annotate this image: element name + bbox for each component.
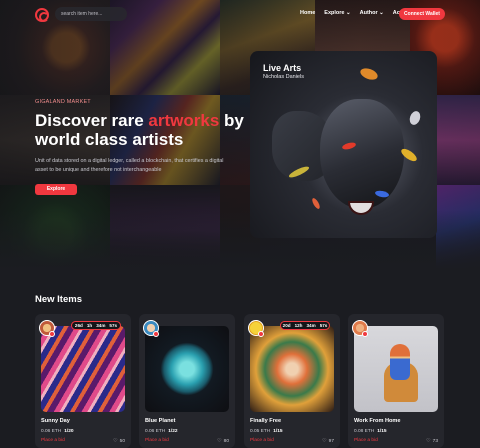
featured-artwork-card[interactable]: Live Arts Nicholas Daniels <box>250 51 437 238</box>
likes-count[interactable]: ♡ 80 <box>217 438 229 444</box>
featured-title: Live Arts <box>263 63 302 73</box>
place-bid-link[interactable]: Place a bid <box>41 438 65 443</box>
verified-icon <box>362 331 368 337</box>
hero-title: Discover rare artworks by world class ar… <box>35 111 244 149</box>
place-bid-link[interactable]: Place a bid <box>354 438 378 443</box>
nft-card[interactable]: 26d 1h 34m 57s Sunny Day 0.06 ETH 1/20 Place… <box>35 314 131 448</box>
section-title-new-items: New Items <box>35 294 82 305</box>
nft-name[interactable]: Work From Home <box>354 418 401 424</box>
chevron-down-icon: ⌄ <box>346 10 351 16</box>
nft-price: 0.08 ETH 1/15 <box>354 429 387 434</box>
top-nav: search item here... Home Explore ⌄ Autho… <box>0 0 480 30</box>
explore-button[interactable]: Explore <box>35 184 77 195</box>
menu-explore[interactable]: Explore ⌄ <box>324 10 350 16</box>
connect-wallet-button[interactable]: Connect Wallet <box>399 8 445 20</box>
verified-icon <box>153 331 159 337</box>
nft-image <box>250 326 334 412</box>
verified-icon <box>258 331 264 337</box>
nft-price: 0.06 ETH 1/22 <box>145 429 178 434</box>
likes-count[interactable]: ♡ 73 <box>426 438 438 444</box>
verified-icon <box>49 331 55 337</box>
nft-image <box>145 326 229 412</box>
nft-image <box>41 326 125 412</box>
nft-name[interactable]: Sunny Day <box>41 418 70 424</box>
likes-count[interactable]: ♡ 97 <box>322 438 334 444</box>
chevron-down-icon: ⌄ <box>379 10 384 16</box>
heart-icon: ♡ <box>322 438 327 444</box>
heart-icon: ♡ <box>113 438 118 444</box>
nft-card[interactable]: 20d 12h 34m 57s Finally Free 0.05 ETH 1/15 P… <box>244 314 340 448</box>
nft-price: 0.05 ETH 1/15 <box>250 429 283 434</box>
hero-kicker: GIGALAND MARKET <box>35 99 91 105</box>
main-menu: Home Explore ⌄ Author ⌄ Activity <box>300 10 413 16</box>
menu-author[interactable]: Author ⌄ <box>360 10 384 16</box>
nft-card[interactable]: Blue Planet 0.06 ETH 1/22 Place a bid ♡ 80 <box>139 314 235 448</box>
nft-image <box>354 326 438 412</box>
nft-price: 0.06 ETH 1/20 <box>41 429 74 434</box>
countdown-timer: 20d 12h 34m 57s <box>280 321 330 330</box>
countdown-timer: 26d 1h 34m 57s <box>71 321 121 330</box>
place-bid-link[interactable]: Place a bid <box>145 438 169 443</box>
logo-icon[interactable] <box>35 8 49 22</box>
nft-name[interactable]: Finally Free <box>250 418 281 424</box>
nft-card[interactable]: Work From Home 0.08 ETH 1/15 Place a bid … <box>348 314 444 448</box>
heart-icon: ♡ <box>217 438 222 444</box>
place-bid-link[interactable]: Place a bid <box>250 438 274 443</box>
hero-description: Unit of data stored on a digital ledger,… <box>35 158 224 173</box>
featured-artist: Nicholas Daniels <box>263 74 304 80</box>
menu-home[interactable]: Home <box>300 10 315 16</box>
heart-icon: ♡ <box>426 438 431 444</box>
likes-count[interactable]: ♡ 50 <box>113 438 125 444</box>
nft-name[interactable]: Blue Planet <box>145 418 175 424</box>
search-input[interactable]: search item here... <box>55 7 127 21</box>
